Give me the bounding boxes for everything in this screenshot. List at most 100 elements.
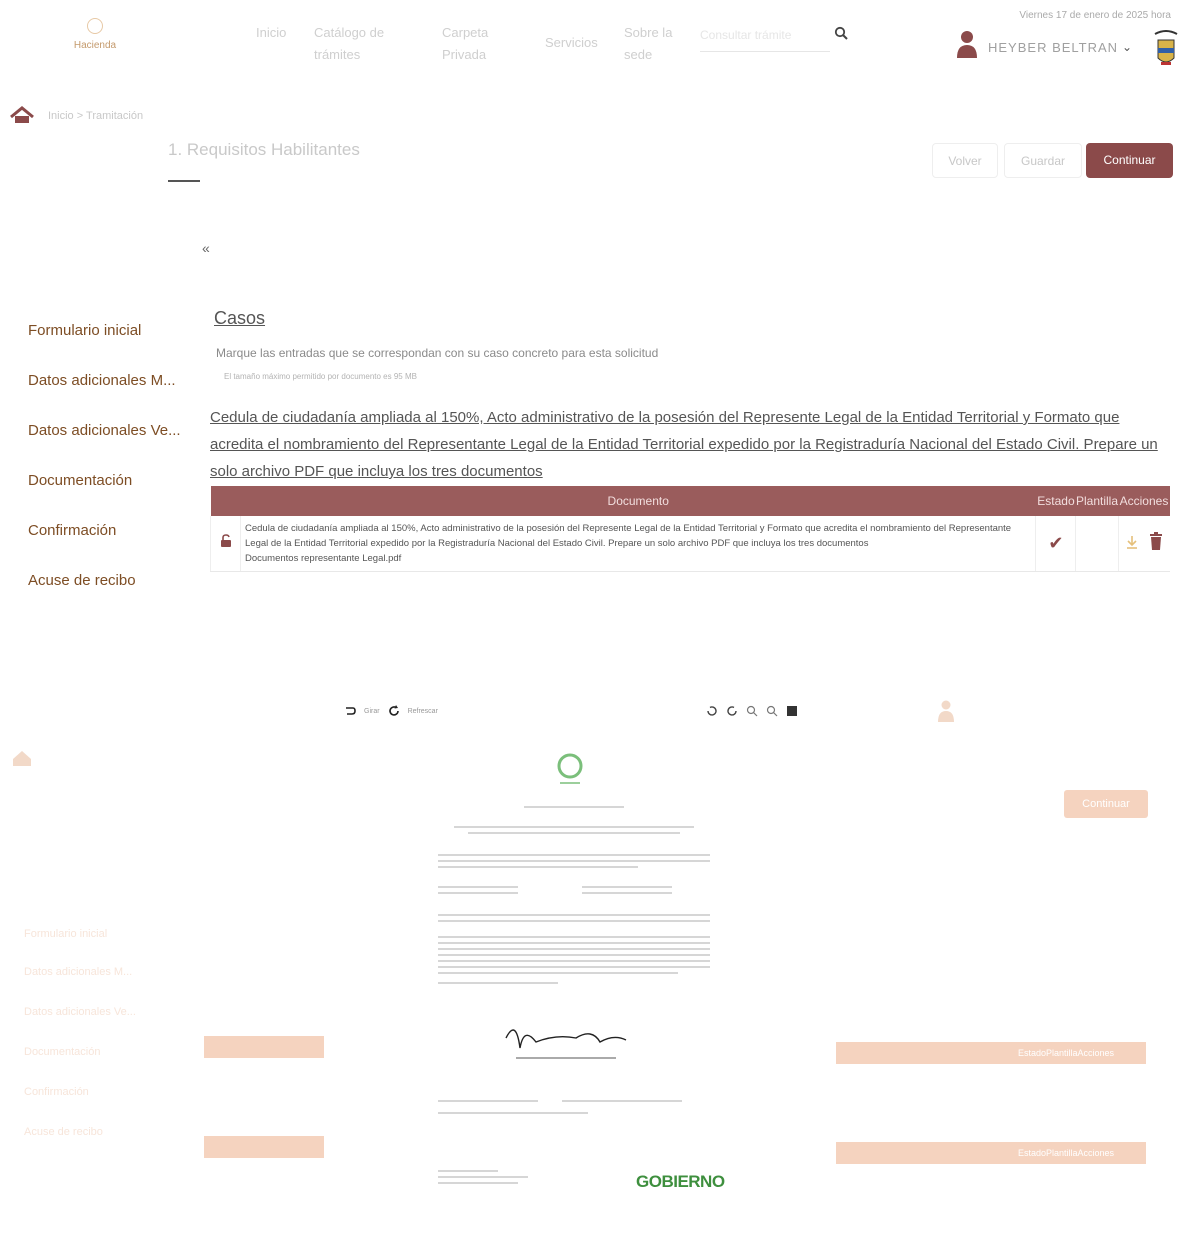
pdf-text-line bbox=[438, 866, 638, 868]
document-requirement-heading[interactable]: Cedula de ciudadanía ampliada al 150%, A… bbox=[210, 404, 1160, 485]
pdf-text-line bbox=[438, 914, 710, 916]
viewer-right-toolbar bbox=[706, 700, 798, 722]
sidebar-item-confirmacion[interactable]: Confirmación bbox=[28, 522, 116, 539]
column-header-plantilla: Plantilla bbox=[1075, 486, 1118, 516]
search-input[interactable] bbox=[700, 28, 830, 42]
checkmark-icon: ✔ bbox=[1048, 533, 1064, 553]
pdf-text-line bbox=[438, 854, 710, 856]
download-icon[interactable] bbox=[1125, 534, 1139, 550]
back-button[interactable]: Volver bbox=[932, 143, 998, 178]
title-underline bbox=[168, 180, 200, 182]
pdf-text-line bbox=[438, 972, 678, 974]
pdf-text-line bbox=[582, 886, 672, 888]
fullscreen-icon[interactable] bbox=[786, 705, 798, 717]
pdf-viewer-overlay: Continuar Formulario inicial Datos adici… bbox=[0, 690, 1183, 1241]
pdf-text-line bbox=[438, 942, 710, 944]
status-cell: ✔ bbox=[1035, 516, 1076, 572]
pdf-text-line bbox=[438, 1182, 518, 1184]
rotate-left-label[interactable]: Girar bbox=[364, 708, 380, 715]
sidebar-item-formulario-inicial[interactable]: Formulario inicial bbox=[28, 322, 141, 339]
user-name: HEYBER BELTRAN bbox=[988, 40, 1119, 55]
pdf-text-line bbox=[438, 954, 710, 956]
search-icon[interactable] bbox=[834, 26, 848, 40]
ghost-table-header bbox=[204, 1136, 324, 1158]
nav-servicios[interactable]: Servicios bbox=[545, 32, 598, 54]
rotate-cw-icon[interactable] bbox=[726, 705, 738, 717]
breadcrumb-text[interactable]: Inicio > Tramitación bbox=[48, 110, 143, 122]
user-icon bbox=[957, 31, 977, 58]
pdf-text-line bbox=[438, 1170, 498, 1172]
rotate-ccw-icon[interactable] bbox=[706, 705, 718, 717]
pdf-text-line bbox=[438, 1176, 528, 1178]
column-header-estado: Estado bbox=[1035, 486, 1076, 516]
pdf-text-line bbox=[438, 960, 710, 962]
pdf-text-line bbox=[438, 936, 710, 938]
pdf-logo-icon bbox=[557, 753, 583, 784]
ghost-continue-button: Continuar bbox=[1064, 790, 1148, 818]
chevron-down-icon[interactable]: ⌄ bbox=[1122, 40, 1132, 54]
ghost-sidebar-item: Datos adicionales Ve... bbox=[24, 1006, 136, 1018]
pdf-text-line bbox=[524, 806, 624, 808]
pdf-text-line bbox=[438, 1100, 538, 1102]
save-button[interactable]: Guardar bbox=[1004, 143, 1082, 178]
nav-catalogo-tramites[interactable]: Catálogo de trámites bbox=[314, 22, 404, 66]
top-navigation-bar: Hacienda Inicio Catálogo de trámites Car… bbox=[0, 0, 1183, 90]
page-title: 1. Requisitos Habilitantes bbox=[168, 140, 360, 159]
ghost-sidebar-item: Confirmación bbox=[24, 1086, 89, 1098]
collapse-sidebar-icon[interactable]: « bbox=[202, 240, 210, 256]
ghost-sidebar-item: Acuse de recibo bbox=[24, 1126, 103, 1138]
pdf-text-line bbox=[438, 1112, 588, 1114]
zoom-in-icon[interactable] bbox=[746, 705, 758, 717]
logo-mark-icon bbox=[87, 18, 103, 34]
ghost-home-icon bbox=[13, 751, 31, 766]
trash-icon[interactable] bbox=[1149, 532, 1163, 550]
table-header-row: Documento Estado Plantilla Acciones bbox=[210, 486, 1170, 516]
ghost-header-label: EstadoPlantillaAcciones bbox=[1018, 1048, 1115, 1058]
hacienda-logo[interactable]: Hacienda bbox=[60, 18, 130, 68]
actions-cell bbox=[1117, 516, 1170, 572]
documents-table: Documento Estado Plantilla Acciones Cedu… bbox=[210, 486, 1170, 572]
pdf-text-line bbox=[438, 892, 518, 894]
ghost-header-label: EstadoPlantillaAcciones bbox=[1018, 1148, 1115, 1158]
continue-button[interactable]: Continuar bbox=[1086, 143, 1173, 178]
home-icon[interactable] bbox=[10, 106, 34, 124]
ghost-user-icon bbox=[938, 700, 954, 722]
column-header-acciones: Acciones bbox=[1118, 486, 1170, 516]
pdf-text-line bbox=[582, 892, 672, 894]
nav-carpeta-privada[interactable]: Carpeta Privada bbox=[442, 22, 512, 66]
pdf-text-line bbox=[438, 860, 710, 862]
template-cell bbox=[1075, 516, 1118, 572]
sidebar-item-documentacion[interactable]: Documentación bbox=[28, 472, 132, 489]
app-page: Hacienda Inicio Catálogo de trámites Car… bbox=[0, 0, 1183, 1241]
rotate-left-icon[interactable] bbox=[344, 705, 356, 717]
nav-inicio[interactable]: Inicio bbox=[256, 22, 286, 44]
pdf-text-line bbox=[438, 982, 558, 984]
ghost-sidebar-item: Documentación bbox=[24, 1046, 101, 1058]
pdf-text-line bbox=[438, 948, 710, 950]
pdf-text-line bbox=[562, 1100, 682, 1102]
refresh-label[interactable]: Refrescar bbox=[408, 708, 438, 715]
logo-text: Hacienda bbox=[73, 40, 117, 51]
pdf-footer-brand: GOBIERNO bbox=[636, 1172, 725, 1191]
sidebar-item-acuse-de-recibo[interactable]: Acuse de recibo bbox=[28, 572, 136, 589]
nav-sobre-la-sede[interactable]: Sobre la sede bbox=[624, 22, 684, 66]
colombia-crest-icon bbox=[1154, 30, 1178, 65]
ghost-sidebar-item: Formulario inicial bbox=[24, 928, 108, 940]
cases-instructions: Marque las entradas que se correspondan … bbox=[216, 346, 659, 360]
zoom-out-icon[interactable] bbox=[766, 705, 778, 717]
sidebar-item-datos-adicionales-ve[interactable]: Datos adicionales Ve... bbox=[28, 422, 181, 439]
refresh-icon[interactable] bbox=[388, 705, 400, 717]
ghost-table-header bbox=[204, 1036, 324, 1058]
pdf-text-line bbox=[438, 920, 710, 922]
sidebar-item-datos-adicionales-m[interactable]: Datos adicionales M... bbox=[28, 372, 176, 389]
pdf-text-line bbox=[438, 886, 518, 888]
lock-cell bbox=[210, 516, 241, 572]
search-box bbox=[700, 26, 830, 52]
pdf-document-page: GOBIERNO bbox=[432, 740, 725, 1200]
pdf-text-line bbox=[438, 966, 710, 968]
unlock-icon bbox=[220, 534, 231, 547]
pdf-text-line bbox=[454, 826, 694, 828]
table-row: Cedula de ciudadanía ampliada al 150%, A… bbox=[210, 516, 1170, 572]
uploaded-file-name[interactable]: Documentos representante Legal.pdf bbox=[245, 553, 401, 564]
viewer-left-toolbar: Girar Refrescar bbox=[344, 700, 438, 722]
